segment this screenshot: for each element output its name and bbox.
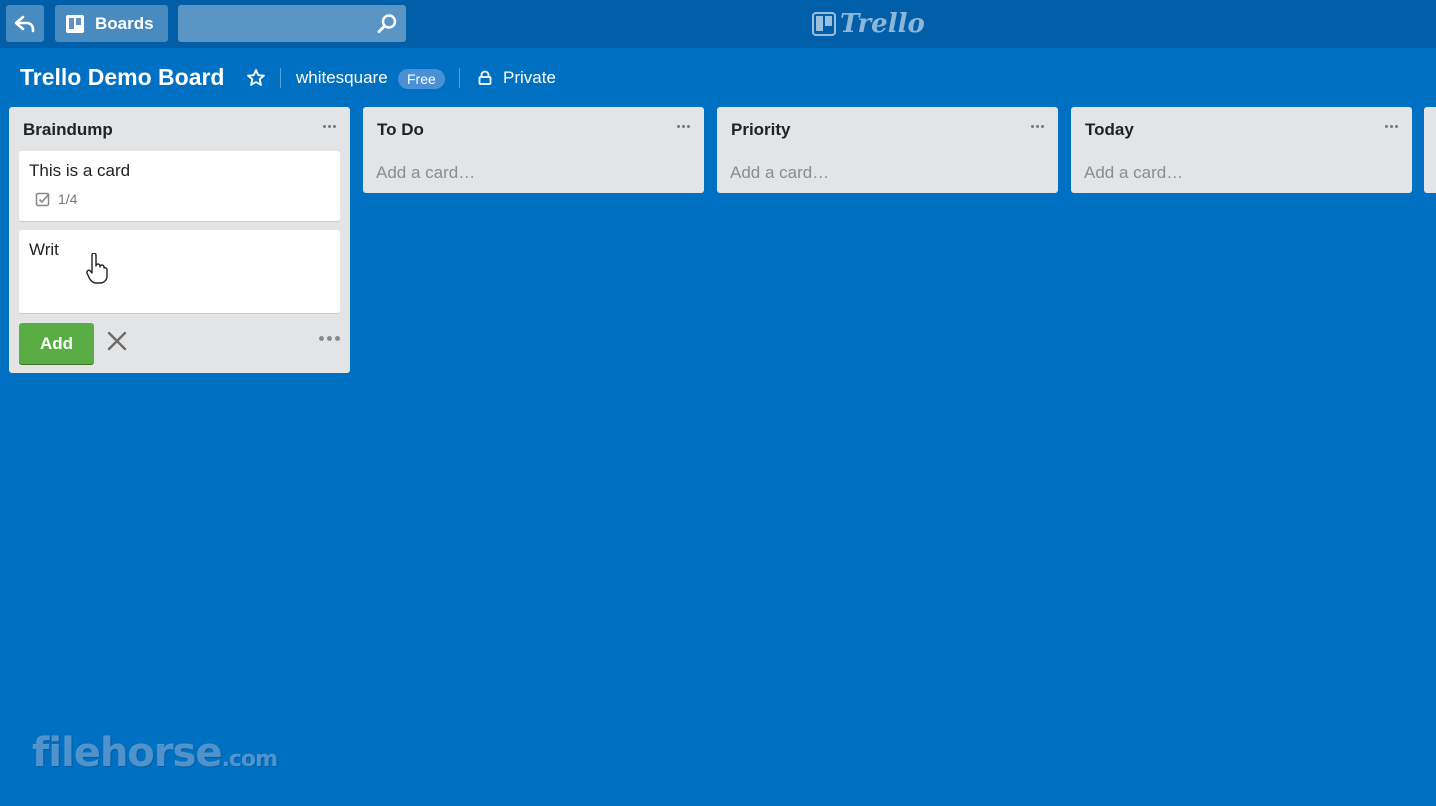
add-card-button[interactable]: Add (19, 323, 94, 364)
card-composer[interactable] (19, 230, 340, 314)
header-divider (280, 68, 281, 88)
card[interactable]: This is a card 1/4 (19, 151, 340, 222)
add-card-link[interactable]: Add a card… (376, 163, 475, 183)
search-icon[interactable] (376, 13, 398, 35)
watermark-text: filehorse (32, 730, 223, 776)
trello-logo-icon (812, 12, 836, 36)
list-menu-button[interactable] (1380, 119, 1402, 133)
header-divider (459, 68, 460, 88)
boards-label: Boards (95, 13, 154, 33)
list-title[interactable]: Priority (731, 120, 791, 140)
search-input[interactable] (178, 5, 406, 42)
list-partial (1424, 107, 1436, 193)
team-plan-badge: Free (398, 69, 445, 89)
checklist-count: 1/4 (58, 191, 78, 207)
list-title[interactable]: Today (1085, 120, 1134, 140)
watermark-suffix: .com (221, 747, 278, 772)
add-card-link[interactable]: Add a card… (1084, 163, 1183, 183)
board-icon (66, 14, 84, 33)
list-header: Priority (717, 107, 1058, 151)
checklist-icon (35, 192, 50, 207)
list-header: To Do (363, 107, 704, 151)
list-title[interactable]: Braindump (23, 120, 113, 140)
filehorse-watermark: filehorse.com (32, 730, 278, 776)
list-menu-button[interactable] (318, 119, 340, 133)
logo-text: Trello (840, 9, 925, 39)
list-braindump: Braindump This is a card 1/4 Add (9, 107, 350, 373)
card-title: This is a card (29, 161, 131, 180)
board-privacy[interactable]: Private (503, 68, 556, 88)
list-title[interactable]: To Do (377, 120, 424, 140)
list-to-do: To Do Add a card… (363, 107, 704, 193)
star-icon[interactable] (246, 68, 266, 88)
lock-icon[interactable] (477, 70, 493, 86)
hand-cursor-icon (86, 253, 108, 284)
list-today: Today Add a card… (1071, 107, 1412, 193)
checklist-badge: 1/4 (35, 191, 77, 207)
back-button[interactable] (6, 5, 44, 42)
search-box[interactable] (178, 5, 406, 42)
card-title-input[interactable] (19, 230, 340, 313)
add-card-link[interactable]: Add a card… (730, 163, 829, 183)
list-header: Today (1071, 107, 1412, 151)
top-bar: Boards Trello (0, 0, 1436, 48)
back-arrow-icon (14, 15, 35, 32)
list-priority: Priority Add a card… (717, 107, 1058, 193)
board-title[interactable]: Trello Demo Board (20, 64, 224, 91)
trello-logo[interactable]: Trello (812, 9, 925, 39)
boards-button[interactable]: Boards (55, 5, 168, 42)
list-menu-button[interactable] (1026, 119, 1048, 133)
list-header: Braindump (9, 107, 350, 151)
team-name[interactable]: whitesquare (296, 68, 388, 88)
list-menu-button[interactable] (672, 119, 694, 133)
composer-options-button[interactable] (319, 336, 340, 341)
close-icon[interactable] (107, 331, 127, 351)
